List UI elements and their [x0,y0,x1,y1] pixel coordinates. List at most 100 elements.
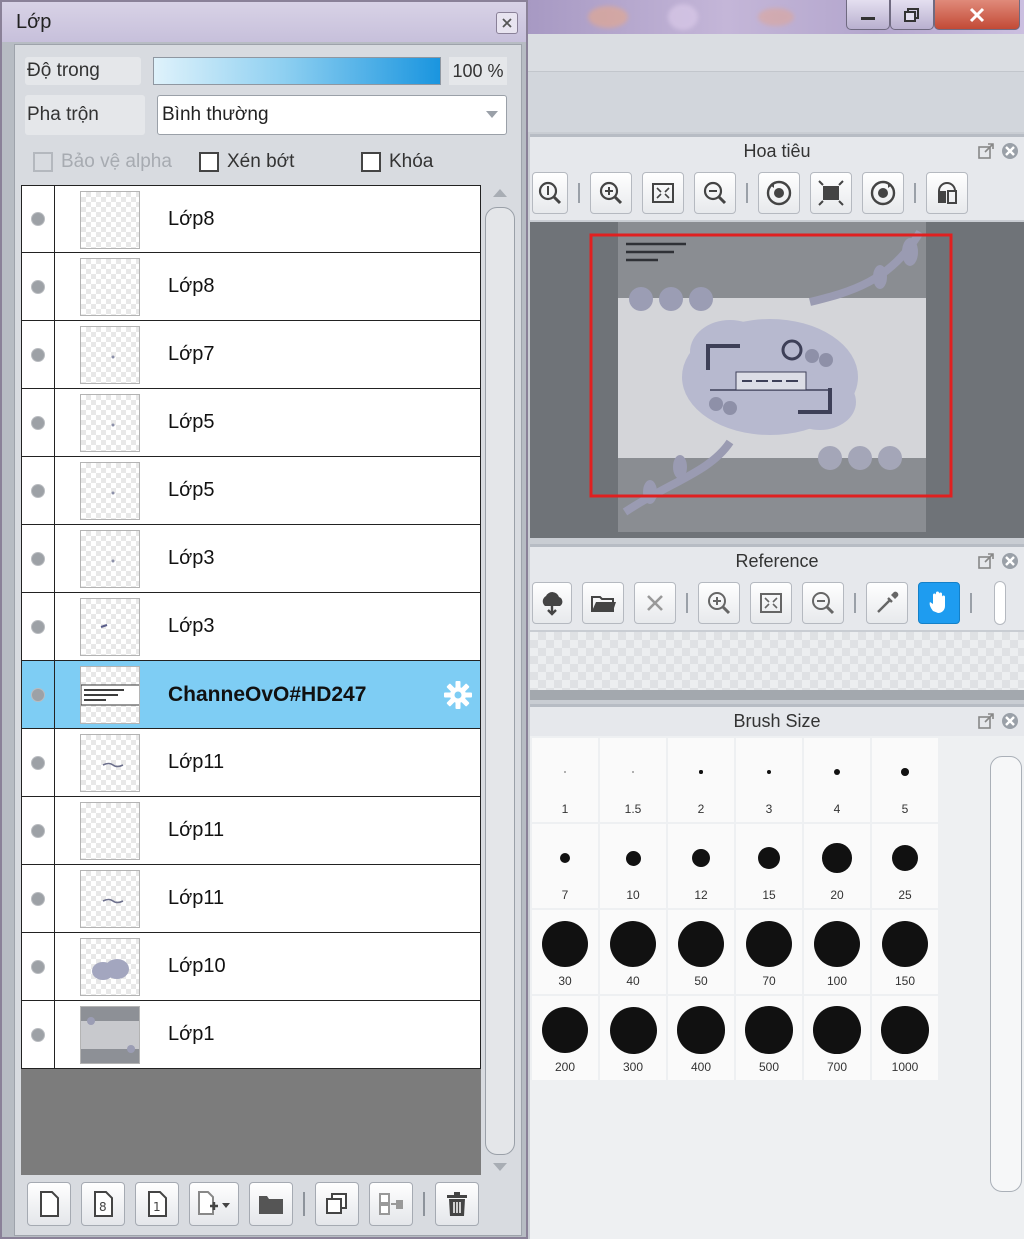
zoom-in-icon[interactable] [590,172,632,214]
minimize-button[interactable] [846,0,890,30]
visibility-toggle[interactable] [22,389,55,456]
undock-icon[interactable] [976,141,996,161]
brush-size-option[interactable]: 150 [872,910,938,994]
scroll-thumb[interactable] [485,207,515,1155]
new-8bit-layer-icon[interactable]: 8 [81,1182,125,1226]
new-1bit-layer-icon[interactable]: 1 [135,1182,179,1226]
visibility-toggle[interactable] [22,457,55,524]
visibility-toggle[interactable] [22,797,55,864]
rotate-left-icon[interactable] [758,172,800,214]
layer-row[interactable]: Lớp11 [21,865,481,933]
layer-row[interactable]: Lớp8 [21,253,481,321]
layer-row[interactable]: ChanneOvO#HD247 [21,661,481,729]
fit-window-icon[interactable] [750,582,792,624]
layer-row[interactable]: Lớp3 [21,593,481,661]
cloud-download-icon[interactable] [532,582,572,624]
brush-size-option[interactable]: 70 [736,910,802,994]
open-folder-icon[interactable] [582,582,624,624]
close-icon[interactable] [496,12,518,34]
zoom-actual-icon[interactable] [532,172,568,214]
scroll-down-icon[interactable] [493,1163,507,1171]
visibility-toggle[interactable] [22,1001,55,1068]
brush-size-option[interactable]: 40 [600,910,666,994]
brush-size-option[interactable]: 1000 [872,996,938,1080]
brush-size-option[interactable]: 1 [532,738,598,822]
duplicate-layer-icon[interactable] [315,1182,359,1226]
layer-row[interactable]: Lớp10 [21,933,481,1001]
brush-size-option[interactable]: 1.5 [600,738,666,822]
navigator-preview[interactable] [530,222,1024,538]
brush-size-option[interactable]: 10 [600,824,666,908]
blend-mode-select[interactable]: Bình thường [157,95,507,135]
protect-alpha-checkbox[interactable]: Bảo vệ alpha [33,151,172,173]
visibility-toggle[interactable] [22,661,55,728]
brush-size-scrollbar[interactable] [990,756,1022,1192]
visibility-toggle[interactable] [22,593,55,660]
zoom-in-icon[interactable] [698,582,740,624]
undock-icon[interactable] [976,711,996,731]
brush-size-option[interactable]: 15 [736,824,802,908]
window-close-button[interactable] [934,0,1020,30]
layer-row[interactable]: Lớp1 [21,1001,481,1069]
visibility-toggle[interactable] [22,321,55,388]
brush-size-option[interactable]: 700 [804,996,870,1080]
visibility-toggle[interactable] [22,253,55,320]
layer-row[interactable]: Lớp5 [21,389,481,457]
gear-icon[interactable] [442,679,474,711]
brush-size-option[interactable]: 100 [804,910,870,994]
visibility-toggle[interactable] [22,525,55,592]
rotate-right-icon[interactable] [862,172,904,214]
brush-size-option[interactable]: 300 [600,996,666,1080]
visibility-toggle[interactable] [22,933,55,1000]
restore-button[interactable] [890,0,934,30]
opacity-slider[interactable] [153,57,441,85]
brush-size-option[interactable]: 200 [532,996,598,1080]
reference-scrollbar[interactable] [994,581,1006,625]
brush-size-option[interactable]: 400 [668,996,734,1080]
layer-list-scrollbar[interactable] [485,187,515,1175]
zoom-out-icon[interactable] [694,172,736,214]
brush-size-option[interactable]: 7 [532,824,598,908]
layer-panel-titlebar[interactable]: Lớp [2,2,526,42]
visibility-toggle[interactable] [22,865,55,932]
layer-row[interactable]: Lớp8 [21,185,481,253]
close-icon[interactable] [1000,141,1020,161]
close-icon[interactable] [1000,551,1020,571]
new-layer-icon[interactable] [27,1182,71,1226]
visibility-toggle[interactable] [22,186,55,252]
undock-icon[interactable] [976,551,996,571]
brush-size-option[interactable]: 5 [872,738,938,822]
lock-checkbox[interactable]: Khóa [361,151,433,173]
brush-size-option[interactable]: 25 [872,824,938,908]
layer-row[interactable]: Lớp11 [21,797,481,865]
layer-row[interactable]: Lớp7 [21,321,481,389]
brush-size-option[interactable]: 30 [532,910,598,994]
opacity-value[interactable]: 100 % [449,57,507,85]
layer-row[interactable]: Lớp3 [21,525,481,593]
brush-size-option[interactable]: 20 [804,824,870,908]
brush-size-option[interactable]: 12 [668,824,734,908]
close-icon[interactable] [1000,711,1020,731]
flip-horizontal-icon[interactable] [926,172,968,214]
close-image-icon[interactable] [634,582,676,624]
hand-tool-icon[interactable] [918,582,960,624]
scroll-up-icon[interactable] [493,189,507,197]
fit-window-icon[interactable] [642,172,684,214]
brush-size-option[interactable]: 50 [668,910,734,994]
new-folder-icon[interactable] [249,1182,293,1226]
panel-divider[interactable] [530,690,1024,700]
brush-size-option[interactable]: 3 [736,738,802,822]
brush-size-option[interactable]: 4 [804,738,870,822]
reference-canvas[interactable] [530,632,1024,690]
brush-size-option[interactable]: 2 [668,738,734,822]
eyedropper-icon[interactable] [866,582,908,624]
visibility-toggle[interactable] [22,729,55,796]
merge-down-icon[interactable] [369,1182,413,1226]
zoom-out-icon[interactable] [802,582,844,624]
brush-size-option[interactable]: 500 [736,996,802,1080]
add-layer-menu-icon[interactable] [189,1182,239,1226]
layer-row[interactable]: Lớp11 [21,729,481,797]
clipping-checkbox[interactable]: Xén bớt [199,151,294,173]
layer-row[interactable]: Lớp5 [21,457,481,525]
fit-canvas-icon[interactable] [810,172,852,214]
